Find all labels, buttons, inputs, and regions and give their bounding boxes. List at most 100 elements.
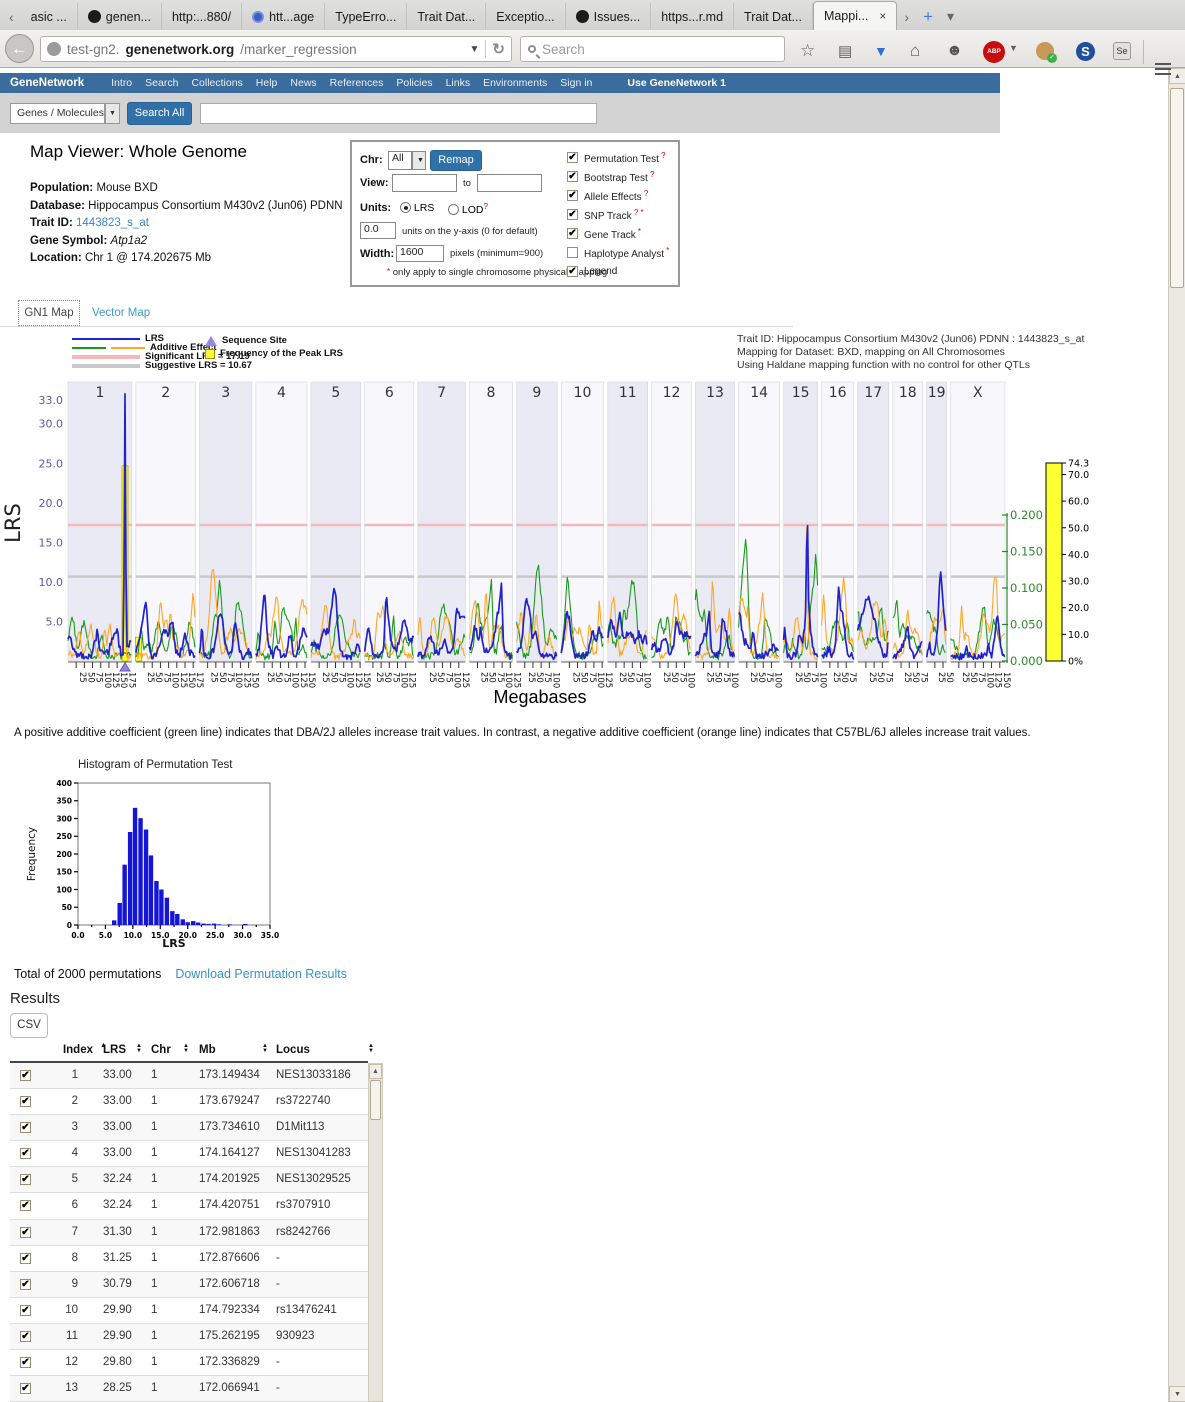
view-from-input[interactable]: [392, 174, 457, 192]
browser-tab-6[interactable]: Exceptio...: [486, 3, 565, 30]
checkbox-checked-icon[interactable]: ✔: [567, 228, 578, 239]
table-row[interactable]: ✔1229.801172.336829-: [10, 1350, 368, 1376]
browser-tab-5[interactable]: Trait Dat...: [407, 3, 486, 30]
table-row[interactable]: ✔831.251172.876606-: [10, 1246, 368, 1272]
option-allele-effects[interactable]: ✔Allele Effects ?: [567, 186, 669, 205]
browser-tab-4[interactable]: TypeErro...: [325, 3, 407, 30]
nav-link-links[interactable]: Links: [446, 77, 471, 89]
width-input[interactable]: 1600: [396, 245, 444, 262]
scroll-up-icon[interactable]: ▲: [1169, 68, 1185, 84]
table-scrollbar-thumb[interactable]: [370, 1080, 381, 1120]
home-icon[interactable]: ⌂: [910, 41, 920, 61]
close-icon[interactable]: ×: [879, 9, 886, 23]
table-row[interactable]: ✔433.001174.164127NES13041283: [10, 1141, 368, 1167]
checkbox-checked-icon[interactable]: ✔: [567, 266, 578, 277]
option-permutation-test[interactable]: ✔Permutation Test ?: [567, 148, 669, 167]
star-icon[interactable]: ☆: [800, 41, 815, 61]
checkbox-checked-icon[interactable]: ✔: [20, 1227, 31, 1238]
table-row[interactable]: ✔1129.901175.262195930923: [10, 1324, 368, 1350]
checkbox-checked-icon[interactable]: ✔: [20, 1070, 31, 1081]
column-header-index[interactable]: Index: [55, 1044, 93, 1056]
browser-tab-0[interactable]: asic ...: [21, 3, 78, 30]
checkbox-checked-icon[interactable]: ✔: [20, 1383, 31, 1394]
column-header-chr[interactable]: Chr: [151, 1044, 171, 1056]
url-dropdown-icon[interactable]: ▼: [470, 44, 480, 55]
browser-search-field[interactable]: Search: [520, 36, 785, 62]
scroll-up-icon[interactable]: ▲: [369, 1064, 382, 1079]
use-gn1-link[interactable]: Use GeneNetwork 1: [627, 77, 726, 89]
table-row[interactable]: ✔1328.251172.066941-: [10, 1376, 368, 1402]
option-gene-track[interactable]: ✔Gene Track *: [567, 224, 669, 243]
table-row[interactable]: ✔632.241174.420751rs3707910: [10, 1193, 368, 1219]
checkbox-checked-icon[interactable]: ✔: [20, 1305, 31, 1316]
remap-button[interactable]: Remap: [430, 150, 482, 171]
sort-icon[interactable]: ▲▼: [183, 1044, 189, 1054]
gn-brand[interactable]: GeneNetwork: [10, 77, 84, 89]
tab-scroll-left-icon[interactable]: ‹: [2, 3, 21, 30]
menu-icon[interactable]: [1155, 63, 1171, 75]
checkbox-checked-icon[interactable]: ✔: [567, 171, 578, 182]
checkbox-checked-icon[interactable]: ✔: [20, 1148, 31, 1159]
sort-icon[interactable]: ▲▼: [368, 1044, 374, 1054]
nav-link-environments[interactable]: Environments: [483, 77, 547, 89]
page-scrollbar-thumb[interactable]: [1170, 88, 1184, 288]
table-row[interactable]: ✔731.301172.981863rs8242766: [10, 1220, 368, 1246]
url-bar[interactable]: test-gn2.genenetwork.org/marker_regressi…: [40, 36, 512, 62]
nav-link-search[interactable]: Search: [145, 77, 178, 89]
browser-tab-1[interactable]: genen...: [78, 3, 162, 30]
checkbox-checked-icon[interactable]: ✔: [20, 1096, 31, 1107]
download-permutation-link[interactable]: Download Permutation Results: [175, 967, 347, 981]
y-offset-input[interactable]: 0.0: [360, 222, 396, 239]
checkbox-checked-icon[interactable]: ✔: [567, 190, 578, 201]
checkbox-checked-icon[interactable]: ✔: [20, 1200, 31, 1211]
nav-link-intro[interactable]: Intro: [111, 77, 132, 89]
checkbox-checked-icon[interactable]: ✔: [20, 1174, 31, 1185]
browser-tab-10[interactable]: Mappi...×: [813, 1, 897, 30]
table-row[interactable]: ✔1029.901174.792334rs13476241: [10, 1298, 368, 1324]
bookmark-icon[interactable]: ▤: [838, 42, 852, 60]
search-all-button[interactable]: Search All: [127, 102, 192, 125]
table-row[interactable]: ✔333.001173.734610D1Mit113: [10, 1115, 368, 1141]
tab-gn1-map[interactable]: GN1 Map: [18, 300, 80, 326]
csv-button[interactable]: CSV: [10, 1013, 48, 1038]
scroll-down-icon[interactable]: ▼: [1169, 1386, 1185, 1402]
browser-tab-8[interactable]: https...r.md: [651, 3, 734, 30]
nav-link-collections[interactable]: Collections: [191, 77, 242, 89]
table-row[interactable]: ✔930.791172.606718-: [10, 1272, 368, 1298]
adblock-icon[interactable]: ABP: [983, 41, 1005, 63]
gn-search-input[interactable]: [200, 103, 597, 124]
nav-link-references[interactable]: References: [330, 77, 384, 89]
tab-list-icon[interactable]: ▾: [940, 3, 961, 30]
checkbox-checked-icon[interactable]: ✔: [20, 1331, 31, 1342]
units-radio-lrs[interactable]: LRS: [400, 202, 434, 214]
column-header-mb[interactable]: Mb: [199, 1044, 216, 1056]
chevron-down-icon[interactable]: ▼: [105, 103, 120, 124]
nav-link-help[interactable]: Help: [256, 77, 278, 89]
nav-link-sign-in[interactable]: Sign in: [560, 77, 592, 89]
checkbox-checked-icon[interactable]: ✔: [567, 152, 578, 163]
back-button[interactable]: ←: [5, 34, 34, 63]
s-addon-icon[interactable]: S: [1076, 42, 1095, 61]
column-header-lrs[interactable]: LRS: [103, 1044, 126, 1056]
chr-select[interactable]: All: [388, 151, 412, 170]
checkbox-checked-icon[interactable]: ✔: [20, 1122, 31, 1133]
table-scrollbar[interactable]: ▲: [368, 1063, 383, 1402]
browser-tab-7[interactable]: Issues...: [566, 3, 652, 30]
checkbox-checked-icon[interactable]: ✔: [20, 1279, 31, 1290]
tab-scroll-right-icon[interactable]: ›: [897, 3, 916, 30]
genome-scan-plot[interactable]: LRS5.010.015.020.025.030.033.01255075100…: [0, 373, 1120, 723]
trait-id-link[interactable]: 1443823_s_at: [76, 217, 149, 229]
download-icon[interactable]: ▼: [874, 43, 888, 59]
option-snp-track[interactable]: ✔SNP Track ? *: [567, 205, 669, 224]
browser-tab-3[interactable]: htt...age: [242, 3, 325, 30]
browser-tab-9[interactable]: Trait Dat...: [734, 3, 813, 30]
checkbox-checked-icon[interactable]: ✔: [20, 1253, 31, 1264]
option-legend[interactable]: ✔Legend: [567, 262, 669, 281]
table-row[interactable]: ✔532.241174.201925NES13029525: [10, 1167, 368, 1193]
sort-icon[interactable]: ▲▼: [136, 1044, 142, 1054]
option-haplotype-analyst[interactable]: Haplotype Analyst *: [567, 243, 669, 262]
search-category-select[interactable]: Genes / Molecules: [10, 103, 105, 124]
new-tab-icon[interactable]: +: [916, 3, 940, 30]
checkbox-icon[interactable]: [567, 247, 578, 258]
sort-icon[interactable]: ▲▼: [262, 1044, 268, 1054]
